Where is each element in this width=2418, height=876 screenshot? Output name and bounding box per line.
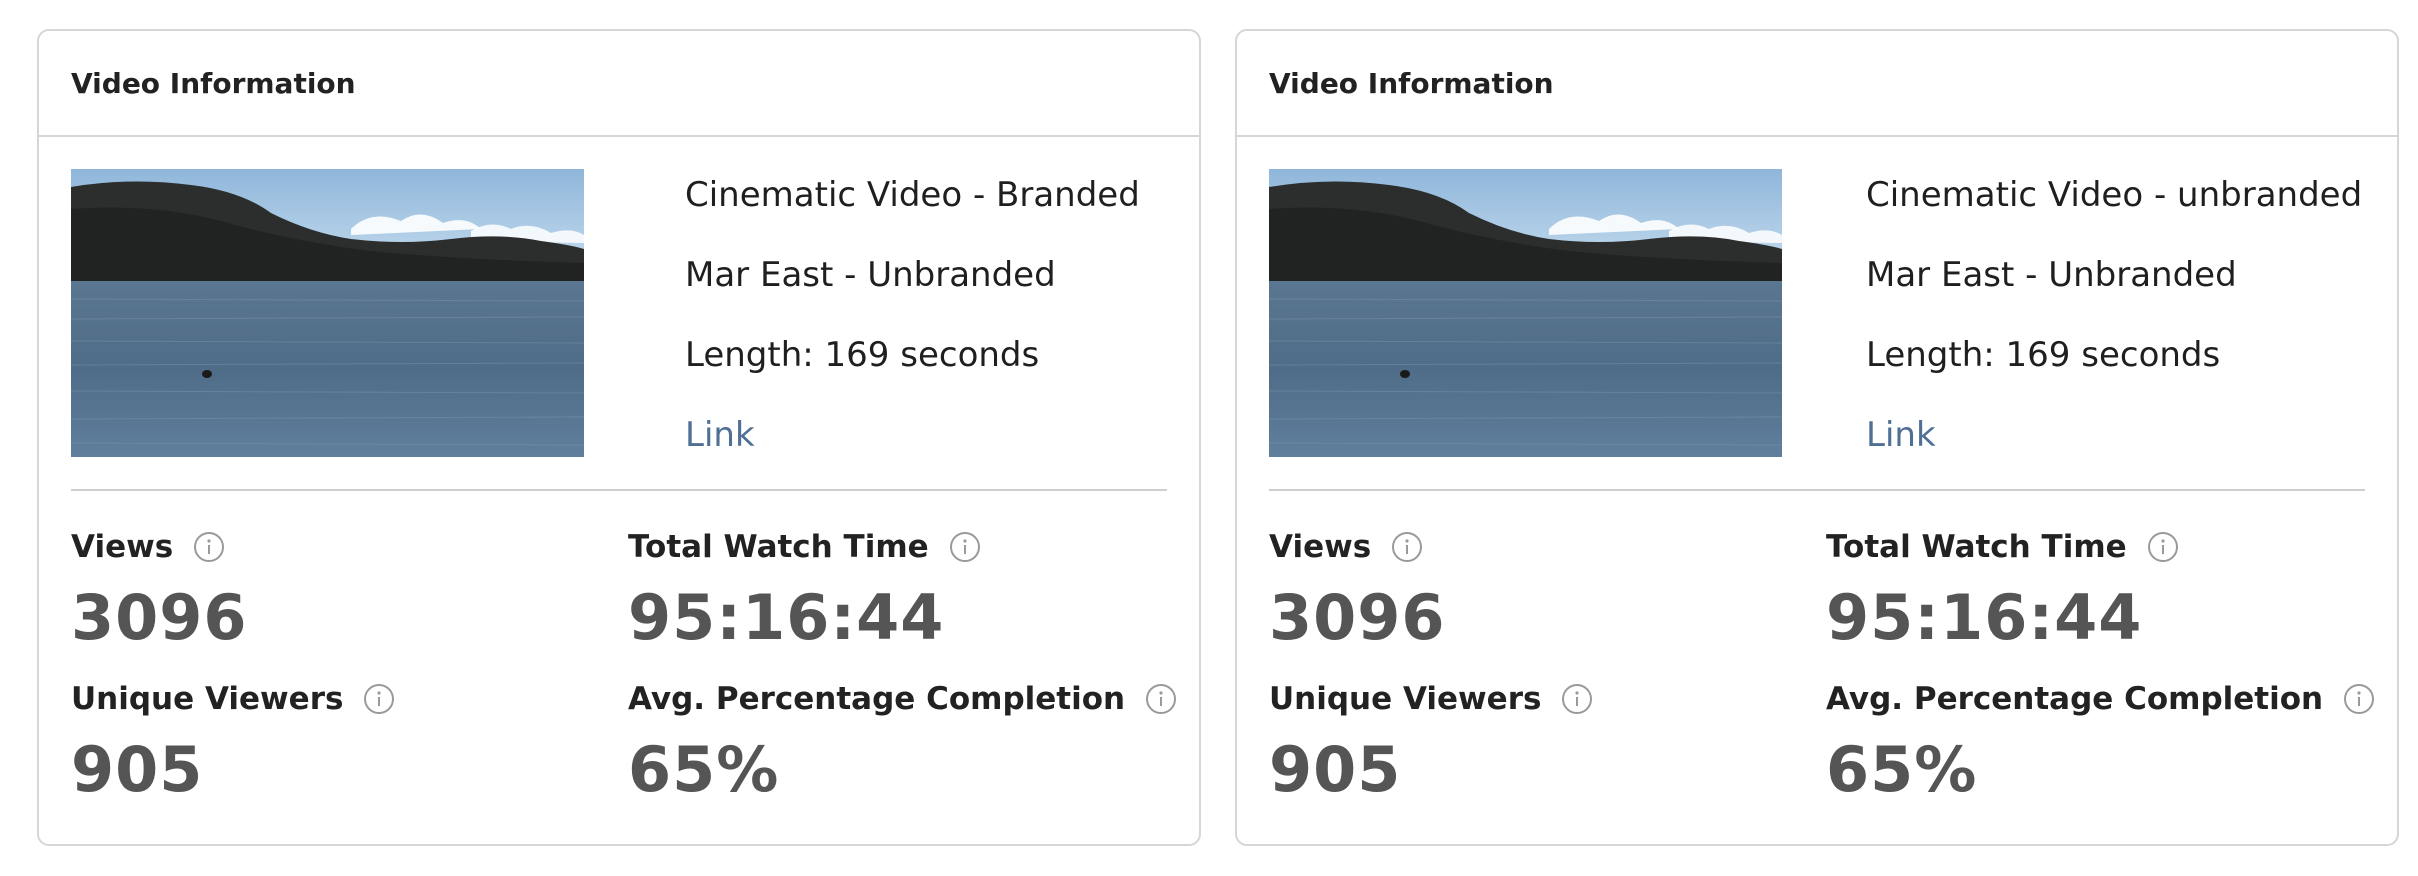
total-watch-time-value: 95:16:44: [1826, 581, 2143, 654]
video-information-card-unbranded: Video Information Cinematic Video - unbr…: [1235, 29, 2399, 846]
unique-viewers-label: Unique Viewers: [71, 681, 344, 717]
video-title: Cinematic Video - Branded: [685, 175, 1140, 215]
video-info: Cinematic Video - unbranded Mar East - U…: [1866, 169, 2362, 455]
total-watch-time-label: Total Watch Time: [628, 529, 929, 565]
total-watch-time-value: 95:16:44: [628, 581, 945, 654]
stat-label-row: Views: [71, 527, 628, 567]
video-row: Cinematic Video - Branded Mar East - Unb…: [71, 169, 1167, 457]
stat-total-watch-time: Total Watch Time 95:16:44: [628, 527, 1168, 679]
stat-unique-viewers: Unique Viewers 905: [71, 679, 628, 831]
card-title: Video Information: [1269, 66, 1554, 100]
stats-grid: Views 3096 Total Watch Time 95:16:44 Uni…: [1269, 527, 2375, 831]
video-link[interactable]: Link: [1866, 415, 1936, 455]
avg-percentage-completion-label: Avg. Percentage Completion: [1826, 681, 2324, 717]
video-thumbnail[interactable]: [71, 169, 584, 457]
video-link[interactable]: Link: [685, 415, 755, 455]
info-icon[interactable]: [1391, 531, 1423, 563]
video-location: Mar East - Unbranded: [685, 255, 1056, 295]
stat-views: Views 3096: [1269, 527, 1826, 679]
card-header: Video Information: [39, 31, 1199, 137]
views-value: 3096: [1269, 581, 1446, 654]
stat-label-row: Total Watch Time: [628, 527, 1168, 567]
stat-avg-percentage-completion: Avg. Percentage Completion 65%: [628, 679, 1177, 831]
card-title: Video Information: [71, 66, 356, 100]
stat-label-row: Unique Viewers: [1269, 679, 1826, 719]
total-watch-time-label: Total Watch Time: [1826, 529, 2127, 565]
info-icon[interactable]: [2147, 531, 2179, 563]
info-icon[interactable]: [1145, 683, 1177, 715]
info-icon[interactable]: [2343, 683, 2375, 715]
video-information-card-branded: Video Information Cinematic Video - Bran…: [37, 29, 1201, 846]
video-thumbnail[interactable]: [1269, 169, 1782, 457]
card-body: Cinematic Video - unbranded Mar East - U…: [1237, 137, 2397, 831]
views-label: Views: [71, 529, 174, 565]
info-icon[interactable]: [1561, 683, 1593, 715]
views-value: 3096: [71, 581, 248, 654]
stat-views: Views 3096: [71, 527, 628, 679]
card-body: Cinematic Video - Branded Mar East - Unb…: [39, 137, 1199, 831]
stat-label-row: Total Watch Time: [1826, 527, 2366, 567]
video-length: Length: 169 seconds: [1866, 335, 2221, 375]
card-header: Video Information: [1237, 31, 2397, 137]
video-info: Cinematic Video - Branded Mar East - Unb…: [685, 169, 1140, 455]
lake-landscape-thumbnail: [71, 169, 584, 457]
video-link-row: Link: [1866, 415, 2362, 455]
stat-label-row: Avg. Percentage Completion: [628, 679, 1177, 719]
views-label: Views: [1269, 529, 1372, 565]
avg-percentage-completion-label: Avg. Percentage Completion: [628, 681, 1126, 717]
unique-viewers-label: Unique Viewers: [1269, 681, 1542, 717]
avg-percentage-completion-value: 65%: [628, 733, 780, 806]
video-length: Length: 169 seconds: [685, 335, 1040, 375]
video-cards: Video Information Cinematic Video - Bran…: [37, 29, 2399, 846]
info-icon[interactable]: [193, 531, 225, 563]
video-link-row: Link: [685, 415, 1140, 455]
avg-percentage-completion-value: 65%: [1826, 733, 1978, 806]
video-location: Mar East - Unbranded: [1866, 255, 2237, 295]
video-row: Cinematic Video - unbranded Mar East - U…: [1269, 169, 2365, 457]
unique-viewers-value: 905: [1269, 733, 1402, 806]
unique-viewers-value: 905: [71, 733, 204, 806]
stats-grid: Views 3096 Total Watch Time 95:16:44 Uni…: [71, 527, 1177, 831]
info-icon[interactable]: [949, 531, 981, 563]
divider: [71, 489, 1167, 491]
video-title: Cinematic Video - unbranded: [1866, 175, 2363, 215]
stat-label-row: Avg. Percentage Completion: [1826, 679, 2375, 719]
divider: [1269, 489, 2365, 491]
stat-total-watch-time: Total Watch Time 95:16:44: [1826, 527, 2366, 679]
info-icon[interactable]: [363, 683, 395, 715]
stat-unique-viewers: Unique Viewers 905: [1269, 679, 1826, 831]
stat-label-row: Views: [1269, 527, 1826, 567]
lake-landscape-thumbnail: [1269, 169, 1782, 457]
stat-label-row: Unique Viewers: [71, 679, 628, 719]
stat-avg-percentage-completion: Avg. Percentage Completion 65%: [1826, 679, 2375, 831]
